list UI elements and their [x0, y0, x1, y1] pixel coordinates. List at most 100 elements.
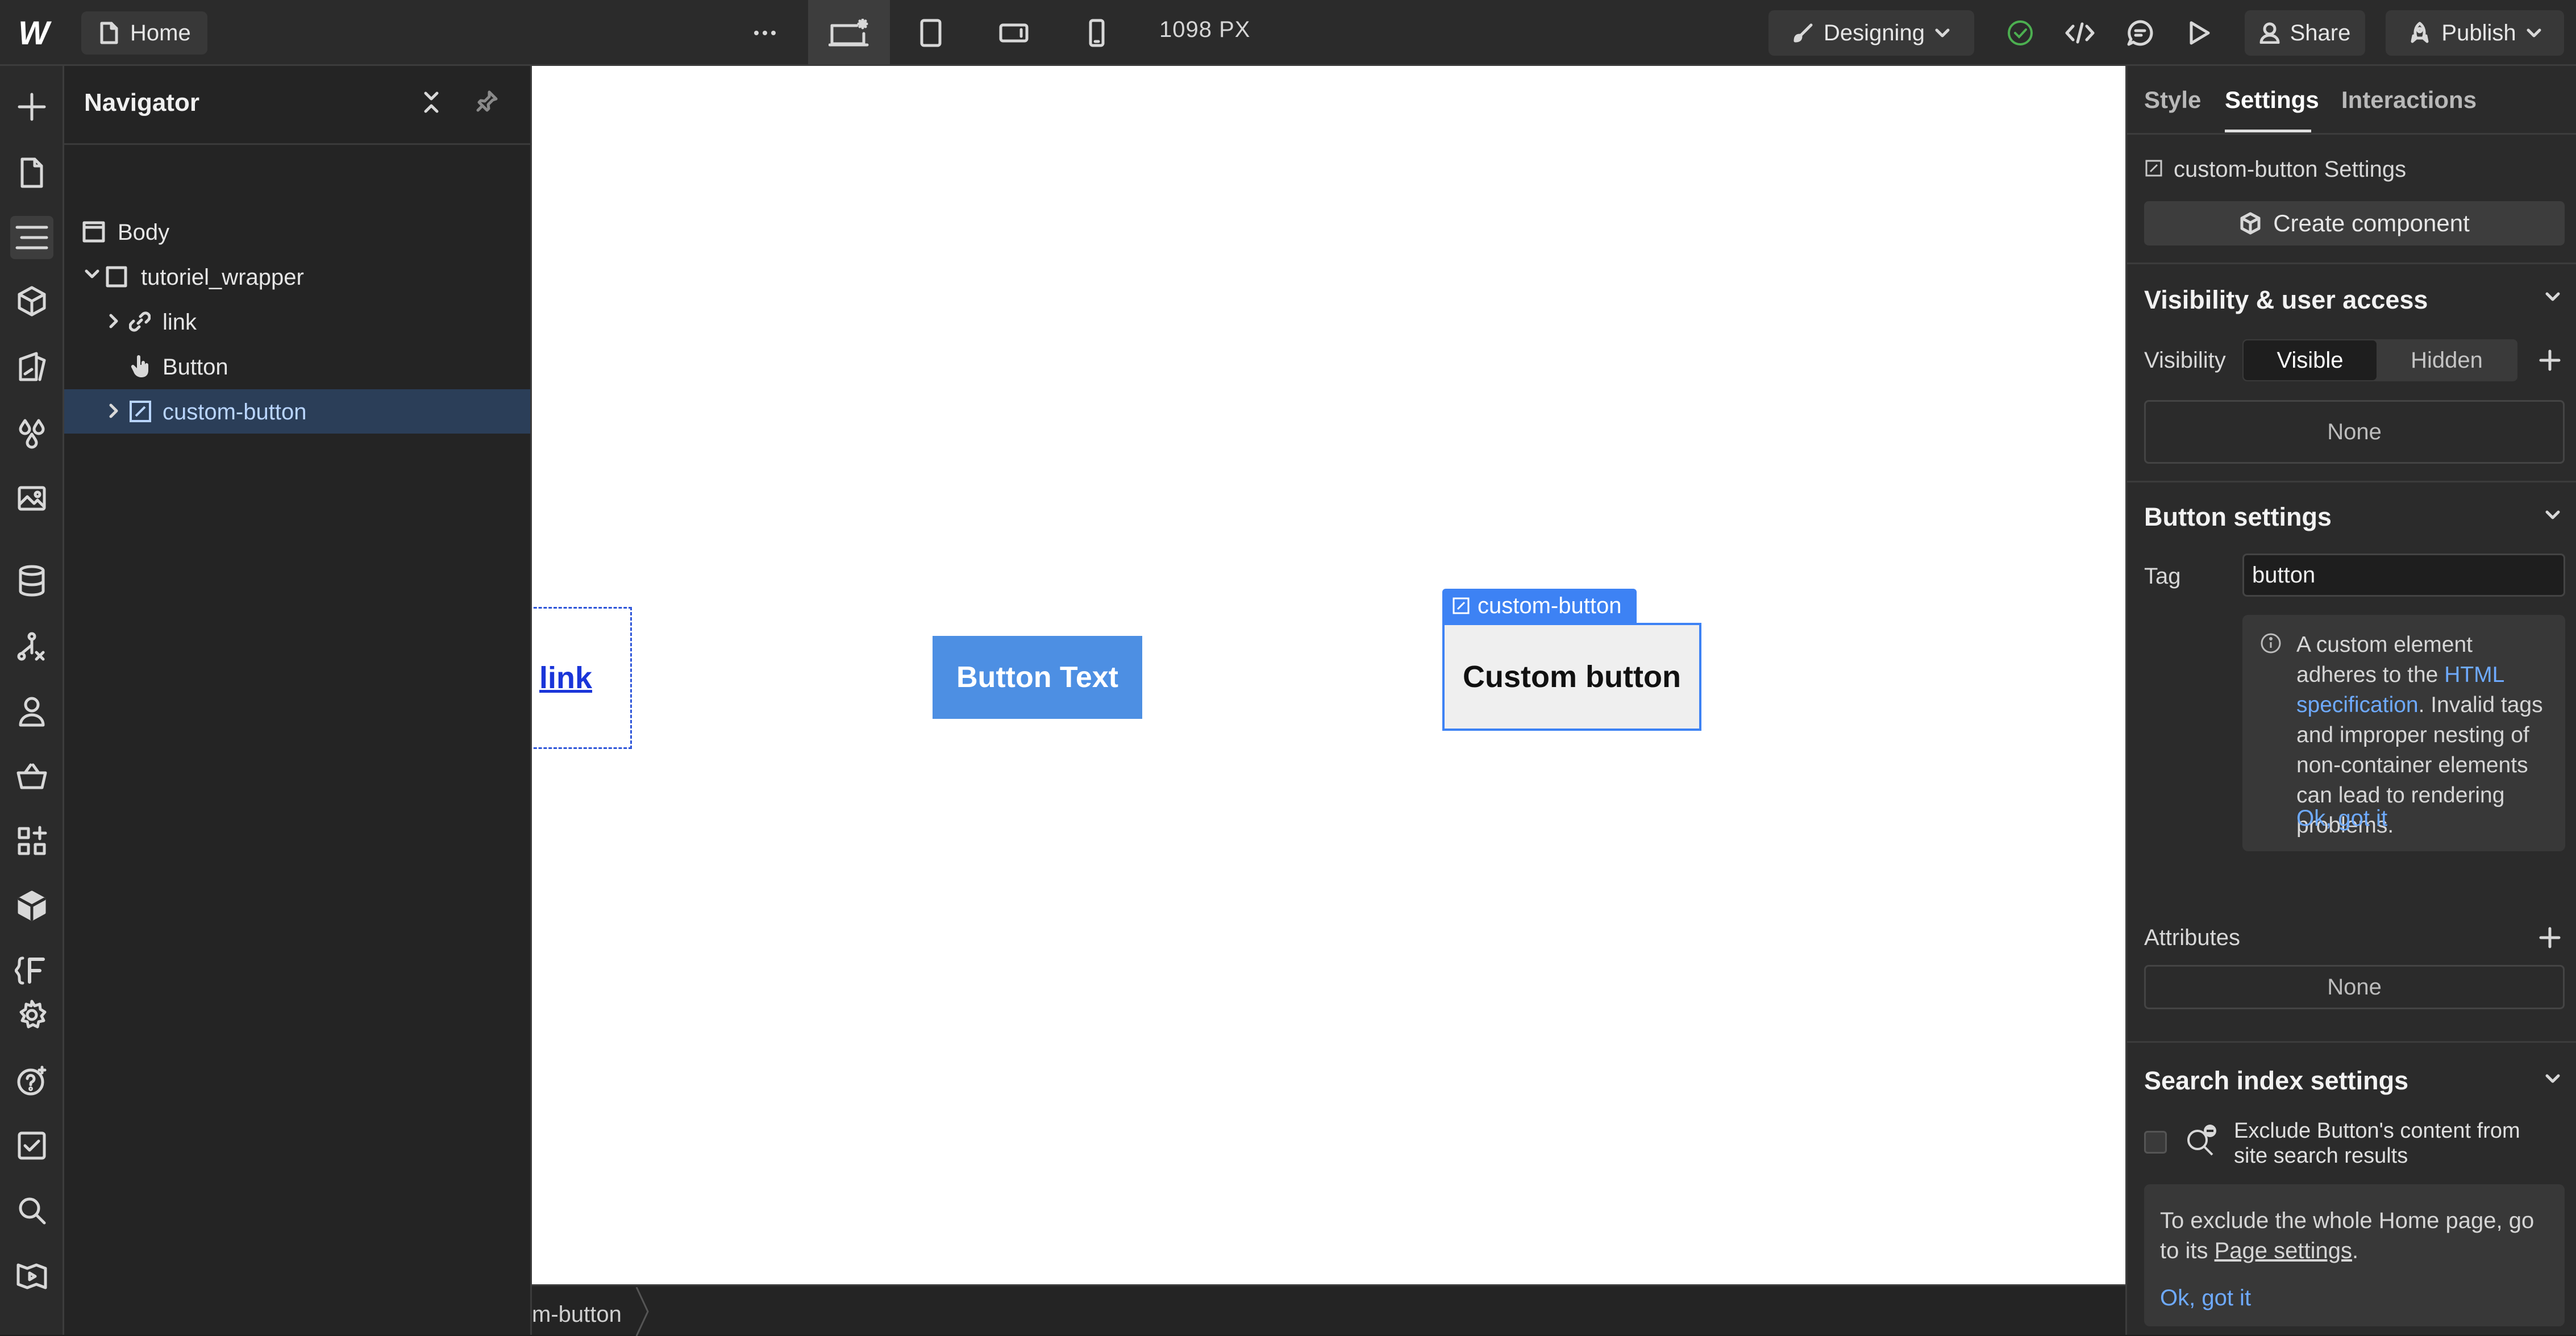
relume-f-icon[interactable]: [10, 949, 53, 992]
breakpoint-tablet-icon[interactable]: [908, 10, 954, 56]
rocket-icon: [2408, 22, 2431, 44]
status-check-icon[interactable]: [1997, 10, 2043, 56]
webflow-logo[interactable]: W: [0, 0, 64, 66]
chevron-down-icon[interactable]: [85, 269, 99, 280]
search-index-section-title[interactable]: Search index settings: [2144, 1066, 2408, 1096]
link-icon: [129, 311, 151, 332]
navigator-panel: Navigator Body tutoriel_wrapper link But…: [64, 66, 532, 1335]
tree-item-link[interactable]: link: [64, 299, 530, 344]
custom-element-icon: [1453, 597, 1470, 614]
style-selectors-icon[interactable]: [10, 346, 53, 389]
cms-database-icon[interactable]: [10, 559, 53, 602]
comments-icon[interactable]: [2117, 10, 2163, 56]
tree-item-custom-button[interactable]: custom-button: [64, 389, 530, 434]
page-name: Home: [130, 20, 191, 45]
divider: [2127, 263, 2576, 264]
user-icon: [2259, 22, 2280, 44]
share-button[interactable]: Share: [2245, 10, 2365, 56]
canvas-custom-button-element[interactable]: Custom button: [1442, 623, 1701, 731]
visibility-section-title[interactable]: Visibility & user access: [2144, 285, 2428, 315]
divider: [2127, 481, 2576, 482]
tree-item-label: link: [163, 310, 197, 335]
chevron-right-icon[interactable]: [109, 313, 119, 329]
custom-element-icon: [2145, 160, 2162, 177]
link-text[interactable]: link: [539, 660, 592, 696]
apps-icon[interactable]: [10, 819, 53, 863]
publish-label: Publish: [2441, 20, 2516, 45]
tab-style[interactable]: Style: [2144, 86, 2201, 114]
exclude-search-label[interactable]: Exclude Button's content from site searc…: [2234, 1118, 2552, 1168]
top-bar: W Home 1098 PX Designing Share Publish: [0, 0, 2576, 66]
tree-item-button[interactable]: Button: [64, 344, 530, 389]
chevron-right-icon[interactable]: [109, 403, 119, 419]
visibility-visible-option[interactable]: Visible: [2244, 340, 2377, 380]
page-icon: [99, 22, 119, 44]
add-attribute-icon[interactable]: [2538, 926, 2561, 949]
settings-gear-icon[interactable]: [10, 993, 53, 1037]
page-selector[interactable]: Home: [81, 11, 207, 55]
breakpoint-landscape-icon[interactable]: [991, 10, 1037, 56]
navigator-title: Navigator: [84, 89, 199, 116]
custom-element-icon: [129, 400, 152, 423]
add-condition-icon[interactable]: [2538, 349, 2561, 372]
exclude-dismiss-link[interactable]: Ok, got it: [2160, 1285, 2251, 1311]
libraries-cube-icon[interactable]: [10, 884, 53, 927]
tab-interactions[interactable]: Interactions: [2341, 86, 2477, 114]
video-tutorials-icon[interactable]: [10, 1254, 53, 1297]
collapse-all-icon[interactable]: [422, 91, 440, 114]
pin-icon[interactable]: [476, 90, 498, 113]
canvas-button-element[interactable]: Button Text: [933, 636, 1142, 719]
breadcrumb-item[interactable]: m-button: [532, 1302, 622, 1327]
help-icon[interactable]: [10, 1059, 53, 1102]
designer-mode-dropdown[interactable]: Designing: [1768, 10, 1974, 56]
selected-element-tag[interactable]: custom-button: [1442, 589, 1637, 623]
tree-item-tutoriel-wrapper[interactable]: tutoriel_wrapper: [64, 255, 530, 299]
chevron-down-icon: [2527, 28, 2541, 38]
create-component-button[interactable]: Create component: [2144, 201, 2565, 245]
visibility-hidden-option[interactable]: Hidden: [2377, 340, 2516, 380]
preview-play-icon[interactable]: [2177, 10, 2222, 56]
breakpoint-portrait-icon[interactable]: [1074, 10, 1120, 56]
tag-input[interactable]: button: [2242, 553, 2565, 597]
info-icon: [2259, 632, 2282, 655]
info-dismiss-link[interactable]: Ok, got it: [2296, 806, 2387, 831]
search-icon[interactable]: [10, 1189, 53, 1232]
exclude-search-checkbox[interactable]: [2144, 1131, 2167, 1154]
code-icon[interactable]: [2057, 10, 2103, 56]
publish-button[interactable]: Publish: [2386, 10, 2564, 56]
attributes-field[interactable]: None: [2144, 965, 2565, 1009]
users-icon[interactable]: [10, 690, 53, 733]
tree-item-label: custom-button: [163, 399, 307, 424]
more-options-icon[interactable]: [742, 10, 788, 56]
components-icon[interactable]: [10, 280, 53, 323]
navigator-icon[interactable]: [10, 216, 53, 259]
mode-label: Designing: [1824, 20, 1925, 45]
chevron-down-icon: [1935, 28, 1950, 38]
breadcrumb: m-button: [532, 1284, 2125, 1336]
audit-checklist-icon[interactable]: [10, 1124, 53, 1167]
breakpoint-desktop-button[interactable]: [808, 0, 890, 66]
tab-settings[interactable]: Settings: [2225, 86, 2319, 114]
visibility-conditions-field[interactable]: None: [2144, 400, 2565, 464]
attributes-label: Attributes: [2144, 925, 2240, 950]
visibility-label: Visibility: [2144, 348, 2226, 373]
chevron-down-icon[interactable]: [2545, 1074, 2560, 1083]
tree-item-body[interactable]: Body: [64, 210, 530, 254]
canvas-link-element[interactable]: link: [532, 607, 632, 749]
assets-image-icon[interactable]: [10, 476, 53, 519]
tree-item-label: Button: [163, 355, 228, 380]
design-canvas[interactable]: link Button Text custom-button Custom bu…: [532, 66, 2125, 1284]
ecommerce-basket-icon[interactable]: [10, 755, 53, 798]
button-settings-section-title[interactable]: Button settings: [2144, 502, 2332, 532]
share-label: Share: [2290, 20, 2351, 45]
exclude-page-info-card: To exclude the whole Home page, go to it…: [2144, 1184, 2565, 1326]
variables-drops-icon[interactable]: [10, 411, 53, 455]
component-icon: [2239, 212, 2262, 235]
chevron-down-icon[interactable]: [2545, 292, 2560, 301]
pages-icon[interactable]: [10, 151, 53, 194]
logic-flow-icon[interactable]: [10, 625, 53, 668]
canvas-width-readout: 1098 PX: [1159, 17, 1251, 42]
page-settings-link[interactable]: Page settings: [2215, 1238, 2352, 1263]
chevron-down-icon[interactable]: [2545, 510, 2560, 519]
add-elements-icon[interactable]: [10, 85, 53, 128]
